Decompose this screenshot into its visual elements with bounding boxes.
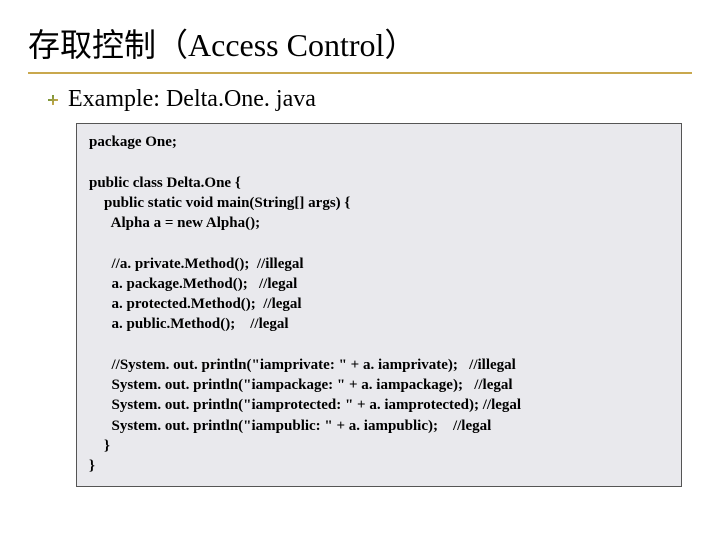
example-label: Example: Delta.One. java [68,86,316,113]
example-line: Example: Delta.One. java [46,86,692,113]
plus-bullet-icon [46,93,60,107]
code-block: package One; public class Delta.One { pu… [76,123,682,487]
slide-title: 存取控制（Access Control） [28,20,692,74]
